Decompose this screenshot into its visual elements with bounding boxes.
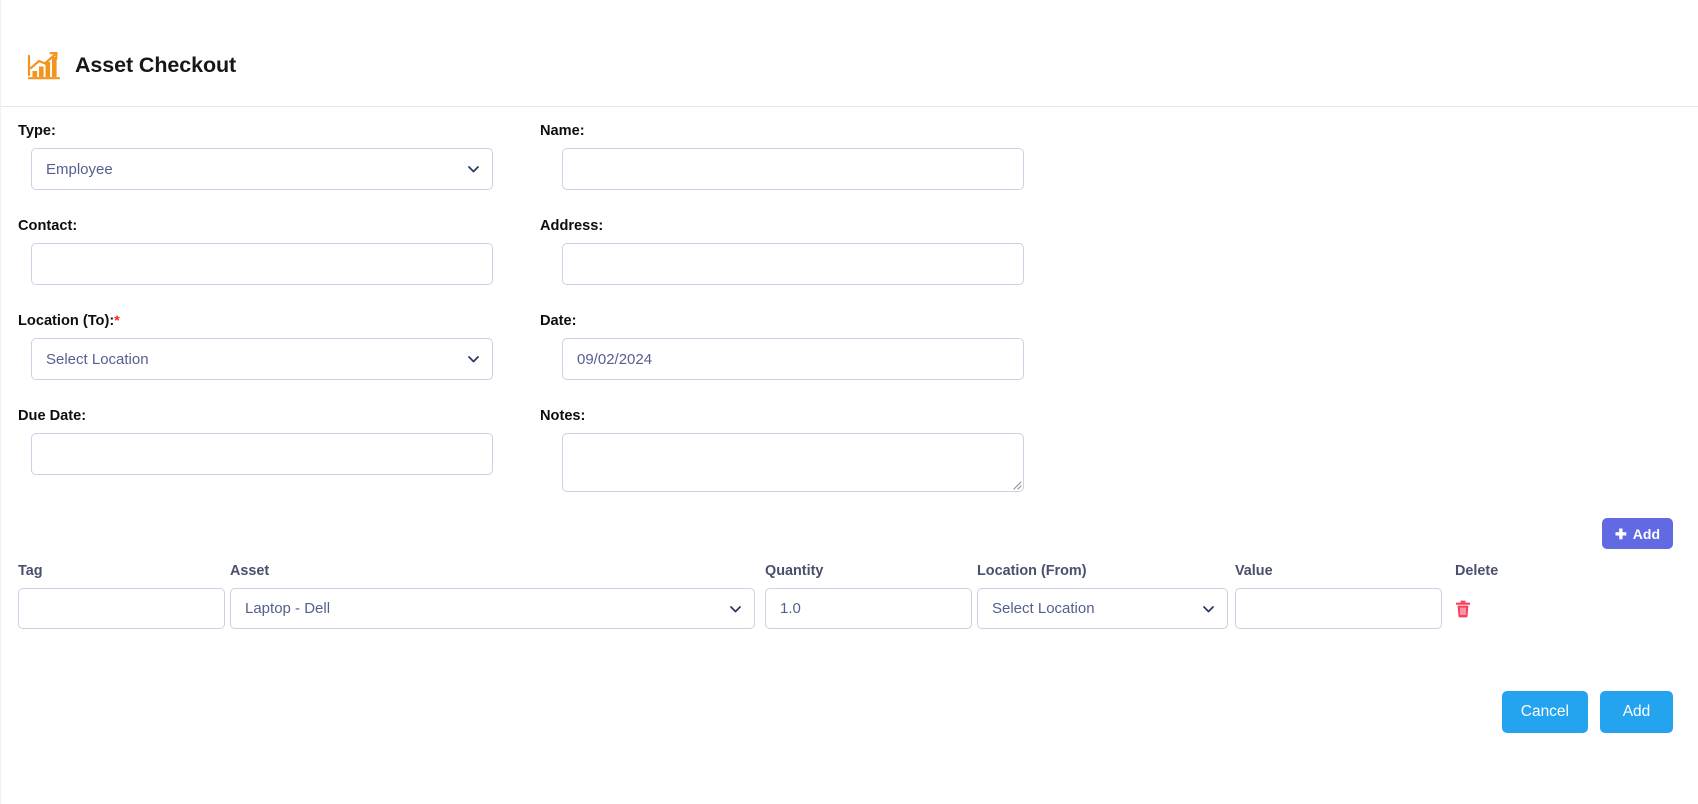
column-header-asset: Asset — [230, 563, 270, 580]
chevron-down-icon — [467, 163, 480, 176]
add-line-button[interactable]: ✚ Add — [1602, 518, 1673, 550]
checkout-form: Type: Employee Name: Contact: Address: L… — [1, 107, 1698, 734]
form-row-2: Contact: Address: — [1, 218, 1698, 286]
date-label: Date: — [540, 313, 577, 330]
address-label: Address: — [540, 218, 604, 235]
add-line-button-label: Add — [1632, 525, 1660, 542]
field-location-to: Location (To):* Select Location — [1, 312, 522, 381]
column-header-location-from: Location (From) — [977, 563, 1087, 580]
location-from-select-value: Select Location — [992, 601, 1095, 617]
add-line-row: ✚ Add — [1, 518, 1698, 550]
chevron-down-icon — [729, 602, 742, 615]
items-table: Tag Asset Quantity Location (From) Value… — [1, 563, 1698, 630]
chevron-down-icon — [467, 353, 480, 366]
column-header-delete: Delete — [1455, 563, 1499, 580]
delete-row-button[interactable] — [1455, 600, 1471, 618]
location-from-select[interactable]: Select Location — [977, 588, 1228, 630]
type-select[interactable]: Employee — [31, 148, 493, 191]
form-actions: Cancel Add — [1, 691, 1698, 734]
name-label: Name: — [540, 123, 585, 139]
form-row-1: Type: Employee Name: — [1, 123, 1698, 191]
cell-delete — [1443, 600, 1681, 618]
submit-add-button[interactable]: Add — [1600, 691, 1673, 734]
cell-value — [1235, 588, 1443, 630]
chevron-down-icon — [1202, 602, 1215, 615]
field-name: Name: — [522, 123, 1698, 191]
plus-icon: ✚ — [1615, 525, 1627, 542]
required-asterisk: * — [114, 312, 120, 329]
notes-label: Notes: — [540, 408, 586, 425]
location-to-label: Location (To):* — [18, 312, 522, 330]
contact-input[interactable] — [31, 243, 493, 286]
location-to-label-text: Location (To): — [18, 313, 115, 330]
quantity-input[interactable] — [765, 588, 972, 630]
field-type: Type: Employee — [1, 123, 522, 191]
field-date: Date: — [522, 313, 1698, 381]
cell-quantity — [765, 588, 977, 630]
tag-input[interactable] — [18, 588, 225, 630]
field-due-date: Due Date: — [1, 408, 522, 492]
notes-textarea[interactable] — [562, 433, 1024, 493]
form-row-4: Due Date: Notes: — [1, 408, 1698, 493]
bar-chart-growth-icon — [26, 49, 62, 81]
due-date-label: Due Date: — [18, 408, 87, 425]
column-header-tag: Tag — [18, 563, 43, 580]
location-to-select-value: Select Location — [46, 351, 149, 367]
column-header-value: Value — [1235, 563, 1273, 580]
cell-asset: Laptop - Dell — [230, 588, 765, 630]
page-title: Asset Checkout — [75, 52, 237, 77]
page-header: Asset Checkout — [1, 0, 1698, 107]
value-input[interactable] — [1235, 588, 1442, 630]
table-header-row: Tag Asset Quantity Location (From) Value… — [18, 563, 1681, 580]
type-label: Type: — [18, 123, 56, 139]
location-to-select[interactable]: Select Location — [31, 338, 493, 381]
table-row: Laptop - Dell Select Location — [18, 588, 1681, 630]
field-notes: Notes: — [522, 408, 1698, 493]
contact-label: Contact: — [18, 218, 78, 235]
due-date-input[interactable] — [31, 433, 493, 476]
name-input[interactable] — [562, 148, 1024, 191]
date-input[interactable] — [562, 338, 1024, 381]
trash-icon — [1456, 600, 1470, 617]
cell-tag — [18, 588, 230, 630]
asset-checkout-page: Asset Checkout Type: Employee Name: Cont… — [0, 0, 1698, 804]
cancel-button[interactable]: Cancel — [1501, 691, 1588, 734]
form-row-3: Location (To):* Select Location Date: — [1, 312, 1698, 381]
asset-select-value: Laptop - Dell — [245, 601, 331, 617]
column-header-quantity: Quantity — [765, 563, 824, 580]
field-address: Address: — [522, 218, 1698, 286]
type-select-value: Employee — [46, 161, 113, 177]
address-input[interactable] — [562, 243, 1024, 286]
cell-location-from: Select Location — [977, 588, 1235, 630]
asset-select[interactable]: Laptop - Dell — [230, 588, 755, 630]
resize-handle-icon[interactable] — [1009, 477, 1022, 490]
field-contact: Contact: — [1, 218, 522, 286]
